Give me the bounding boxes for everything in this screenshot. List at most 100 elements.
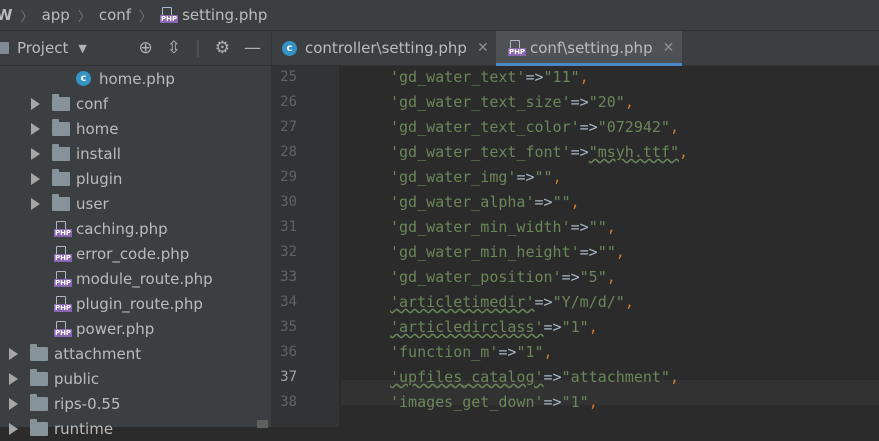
class-icon: c — [76, 71, 91, 86]
tree-folder-plugin[interactable]: plugin — [31, 166, 122, 191]
tab-controller-setting[interactable]: c controller\setting.php ✕ — [272, 31, 494, 65]
folder-icon — [30, 343, 48, 361]
expand-arrow-icon[interactable] — [9, 397, 18, 410]
chevron-right-icon: 〉 — [139, 9, 153, 25]
line-number: 33 — [280, 269, 297, 285]
code-line: 'gd_water_text_size'=>"20", — [390, 93, 634, 111]
expand-arrow-icon[interactable] — [31, 197, 40, 210]
tree-item-power-php[interactable]: PHP power.php — [54, 316, 154, 341]
expand-arrow-icon[interactable] — [31, 122, 40, 135]
class-icon: c — [282, 40, 297, 56]
arrow-operator: => — [543, 393, 562, 411]
array-value: "5" — [579, 268, 607, 286]
php-file-icon: PHP — [160, 7, 179, 23]
comma: , — [679, 143, 689, 161]
array-key: 'gd_water_text' — [390, 68, 526, 86]
comma: , — [669, 368, 679, 386]
tree-folder-install[interactable]: install — [31, 141, 121, 166]
code-line: 'images_get_down'=>"1", — [390, 393, 598, 411]
comma: , — [552, 168, 562, 186]
array-value: "072942" — [597, 118, 670, 136]
tab-label: controller\setting.php — [305, 39, 467, 57]
arrow-operator: => — [543, 318, 562, 336]
breadcrumb-item-file[interactable]: setting.php — [182, 6, 267, 24]
tree-folder-runtime[interactable]: runtime — [9, 416, 113, 441]
array-key: 'gd_water_min_width' — [390, 218, 571, 236]
tree-folder-rips[interactable]: rips-0.55 — [9, 391, 120, 416]
array-key: 'articledirclass' — [390, 318, 544, 336]
comma: , — [579, 68, 589, 86]
arrow-operator: => — [498, 343, 517, 361]
expand-arrow-icon[interactable] — [31, 172, 40, 185]
code-line: 'function_m'=>"1", — [390, 343, 553, 361]
code-line: 'articletimedir'=>"Y/m/d/", — [390, 293, 634, 311]
gear-icon[interactable]: ⚙ — [215, 38, 230, 58]
tree-item-error-code-php[interactable]: PHP error_code.php — [54, 241, 189, 266]
project-panel: Project ▼ ⊕ ⇳ | ⚙ — c home.php conf home — [0, 31, 272, 438]
expand-arrow-icon[interactable] — [31, 147, 40, 160]
tree-folder-attachment[interactable]: attachment — [9, 341, 141, 366]
expand-arrow-icon[interactable] — [9, 372, 18, 385]
arrow-operator: => — [543, 368, 562, 386]
breadcrumb-item-app[interactable]: app — [42, 6, 70, 24]
tree-item-label: home.php — [99, 69, 175, 88]
comma: , — [570, 193, 580, 211]
tree-item-plugin-route-php[interactable]: PHP plugin_route.php — [54, 291, 203, 316]
tree-item-module-route-php[interactable]: PHP module_route.php — [54, 266, 213, 291]
project-view-selector[interactable]: Project ▼ — [0, 39, 87, 57]
folder-icon — [30, 368, 48, 386]
line-number: 26 — [280, 94, 297, 110]
code-line: 'upfiles_catalog'=>"attachment", — [390, 368, 679, 386]
project-title: Project — [17, 39, 69, 57]
array-key: 'gd_water_position' — [390, 268, 562, 286]
breadcrumb-item-root[interactable]: W — [0, 6, 13, 24]
folder-icon — [30, 418, 48, 436]
folder-icon — [52, 168, 70, 186]
array-value: "" — [534, 168, 553, 186]
expand-arrow-icon[interactable] — [9, 347, 18, 360]
folder-icon — [30, 393, 48, 411]
close-icon[interactable]: ✕ — [477, 40, 489, 56]
arrow-operator: => — [570, 218, 589, 236]
folder-icon — [52, 143, 70, 161]
collapse-all-icon[interactable]: ⇳ — [167, 38, 181, 58]
line-number: 36 — [280, 344, 297, 360]
tree-folder-public[interactable]: public — [9, 366, 99, 391]
tree-item-label: caching.php — [76, 219, 168, 238]
array-key: 'upfiles_catalog' — [390, 368, 544, 386]
tree-item-label: home — [76, 119, 119, 138]
array-value: "attachment" — [561, 368, 670, 386]
array-key: 'gd_water_img' — [390, 168, 517, 186]
line-number: 28 — [280, 144, 297, 160]
minimize-icon[interactable]: — — [244, 38, 261, 58]
php-file-icon: PHP — [54, 270, 72, 287]
arrow-operator: => — [570, 93, 589, 111]
tree-item-home-php[interactable]: c home.php — [76, 66, 175, 91]
tree-item-label: attachment — [54, 344, 142, 363]
code-line: 'gd_water_text_color'=>"072942", — [390, 118, 679, 136]
comma: , — [624, 93, 634, 111]
array-key: 'images_get_down' — [390, 393, 544, 411]
dropdown-arrow-icon: ▼ — [78, 41, 87, 55]
expand-arrow-icon[interactable] — [31, 97, 40, 110]
arrow-operator: => — [570, 143, 589, 161]
breadcrumb-item-conf[interactable]: conf — [99, 6, 131, 24]
expand-arrow-icon[interactable] — [9, 422, 18, 435]
code-editor[interactable]: 25 26 27 28 29 30 31 32 33 34 35 36 37 38 'gd_water_t… — [272, 66, 879, 427]
tree-item-label: plugin — [76, 169, 123, 188]
locate-crosshair-icon[interactable]: ⊕ — [139, 38, 153, 58]
close-icon[interactable]: ✕ — [663, 40, 675, 56]
tree-item-caching-php[interactable]: PHP caching.php — [54, 216, 168, 241]
arrow-operator: => — [516, 168, 535, 186]
php-file-icon: PHP — [54, 320, 72, 337]
php-file-icon: PHP — [54, 295, 72, 312]
code-line: 'gd_water_alpha'=>"", — [390, 193, 580, 211]
tab-conf-setting[interactable]: PHP conf\setting.php ✕ — [496, 31, 682, 66]
tree-folder-conf[interactable]: conf — [31, 91, 108, 116]
tree-folder-user[interactable]: user — [31, 191, 109, 216]
tree-folder-home[interactable]: home — [31, 116, 119, 141]
line-number: 35 — [280, 319, 297, 335]
php-file-icon: PHP — [54, 245, 72, 262]
array-value: "" — [588, 218, 607, 236]
arrow-operator: => — [534, 193, 553, 211]
